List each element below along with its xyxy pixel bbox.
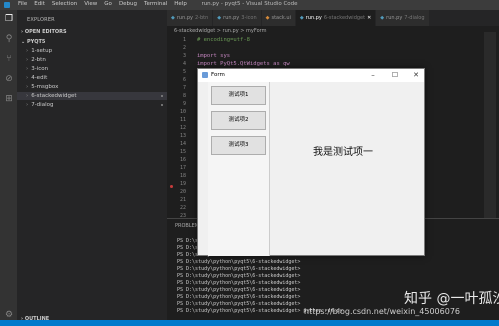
source-control-icon[interactable]: ⑂ [4,54,14,64]
test-item-1-button[interactable]: 测试项1 [211,86,266,105]
code-line[interactable]: import PyQt5.QtWidgets as qw [197,61,290,67]
line-number: 14 [179,141,186,147]
terminal-line: PS D:\study\python\pyqt5\6-stackedwidget… [177,266,301,272]
watermark-zhihu: 知乎 @一叶孤沙 [404,291,499,307]
title-bar: File Edit Selection View Go Debug Termin… [0,0,499,10]
form-window: Form – ☐ ✕ 测试项1 测试项2 测试项3 我是测试项一 [197,68,425,256]
folder-5-msgbox[interactable]: › 5-msgbox [17,83,167,91]
folder-7-dialog[interactable]: › 7-dialog [17,101,167,109]
chevron-right-icon: › [26,93,29,99]
line-number: 1 [182,37,186,43]
terminal-line: PS D:\study\python\pyqt5\6-stackedwidget… [177,287,301,293]
chevron-right-icon: › [26,57,29,63]
chevron-right-icon: › [26,84,29,90]
python-file-icon: ◆ [380,15,385,21]
terminal-line: PS D:\study\python\pyqt5\6-stackedwidget… [177,259,301,265]
form-title: Form [211,72,225,78]
debug-icon[interactable]: ⊘ [4,74,14,84]
line-number: 13 [179,133,186,139]
app-icon [202,72,208,78]
ui-file-icon: ◆ [265,15,270,21]
explorer-header: EXPLORER [27,17,55,23]
line-number: 7 [182,85,186,91]
minimize-button[interactable]: – [368,71,378,80]
maximize-button[interactable]: ☐ [390,71,400,80]
stacked-page-label: 我是测试项一 [313,147,373,158]
chevron-right-icon: › [26,75,29,81]
editor-scrollbar[interactable] [484,32,496,218]
line-number: 12 [179,125,186,131]
code-line[interactable]: # encoding=utf-8 [197,37,250,43]
code-line[interactable]: import sys [197,53,230,59]
line-number: 4 [182,61,186,67]
line-number: 10 [179,109,186,115]
button-list-panel: 测试项1 测试项2 测试项3 [208,82,270,256]
folder-4-edit[interactable]: › 4-edit [17,74,167,82]
tab-run-7-dialog[interactable]: ◆ run.py 7-dialog [376,10,430,26]
activity-bar: ❐ ⚲ ⑂ ⊘ ⊞ ⚙ [0,10,17,326]
line-number: 21 [179,197,186,203]
window-title: run.py - pyqt5 - Visual Studio Code [201,1,298,7]
python-file-icon: ◆ [299,15,304,21]
line-number: 18 [179,173,186,179]
chevron-right-icon: › [26,48,29,54]
tab-run-6-stackedwidget[interactable]: ◆ run.py 6-stackedwidget ✕ [295,10,377,26]
line-number: 2 [182,45,186,51]
folder-3-icon[interactable]: › 3-icon [17,65,167,73]
folder-2-btn[interactable]: › 2-btn [17,56,167,64]
watermark-url: https://blog.csdn.net/weixin_45006076 [304,307,461,316]
line-number: 19 [179,181,186,187]
status-bar [0,320,499,326]
open-editors-section[interactable]: › OPEN EDITORS [21,29,67,35]
terminal-line: PS D:\study\python\pyqt5\6-stackedwidget… [177,280,301,286]
tab-run-2-btn[interactable]: ◆ run.py 2-btn [167,10,214,26]
line-number: 22 [179,205,186,211]
close-button[interactable]: ✕ [411,71,421,80]
line-number: 20 [179,189,186,195]
terminal-line: PS D:\study\python\pyqt5\6-stackedwidget… [177,294,301,300]
form-title-bar[interactable]: Form – ☐ ✕ [198,69,424,82]
terminal-line: PS D:\study\python\pyqt5\6-stackedwidget… [177,301,301,307]
close-tab-icon[interactable]: ✕ [367,10,371,26]
modified-dot [161,95,163,97]
editor-tabs: ◆ run.py 2-btn ◆ run.py 3-icon ◆ stack.ui ◆ ru… [167,10,499,26]
search-icon[interactable]: ⚲ [4,34,14,44]
folder-6-stackedwidget[interactable]: › 6-stackedwidget [17,92,167,100]
terminal-line: PS D:\study\python\pyqt5\6-stackedwidget… [177,273,301,279]
tab-run-3-icon[interactable]: ◆ run.py 3-icon [213,10,262,26]
line-number: 3 [182,53,186,59]
chevron-right-icon: › [26,66,29,72]
test-item-2-button[interactable]: 测试项2 [211,111,266,130]
python-file-icon: ◆ [171,15,175,21]
line-number: 16 [179,157,186,163]
tab-stack-ui[interactable]: ◆ stack.ui [261,10,296,26]
python-file-icon: ◆ [217,15,222,21]
explorer-icon[interactable]: ❐ [4,14,14,24]
line-number: 6 [182,77,186,83]
breakpoint-marker[interactable] [170,185,173,188]
line-number: 9 [182,101,186,107]
line-number: 8 [182,93,186,99]
line-number: 11 [179,117,186,123]
test-item-3-button[interactable]: 测试项3 [211,136,266,155]
settings-gear-icon[interactable]: ⚙ [4,310,14,320]
breadcrumb[interactable]: 6-stackedwidget > run.py > myForm [174,28,266,34]
explorer-sidebar: EXPLORER › OPEN EDITORS ⌄ PYQT5 › 1-setup… [17,10,167,326]
modified-dot [161,104,163,106]
chevron-right-icon: › [26,102,29,108]
line-number: 15 [179,149,186,155]
line-number: 17 [179,165,186,171]
line-number: 5 [182,69,186,75]
extensions-icon[interactable]: ⊞ [4,94,14,104]
project-section[interactable]: ⌄ PYQT5 [21,39,45,45]
folder-1-setup[interactable]: › 1-setup [17,47,167,55]
